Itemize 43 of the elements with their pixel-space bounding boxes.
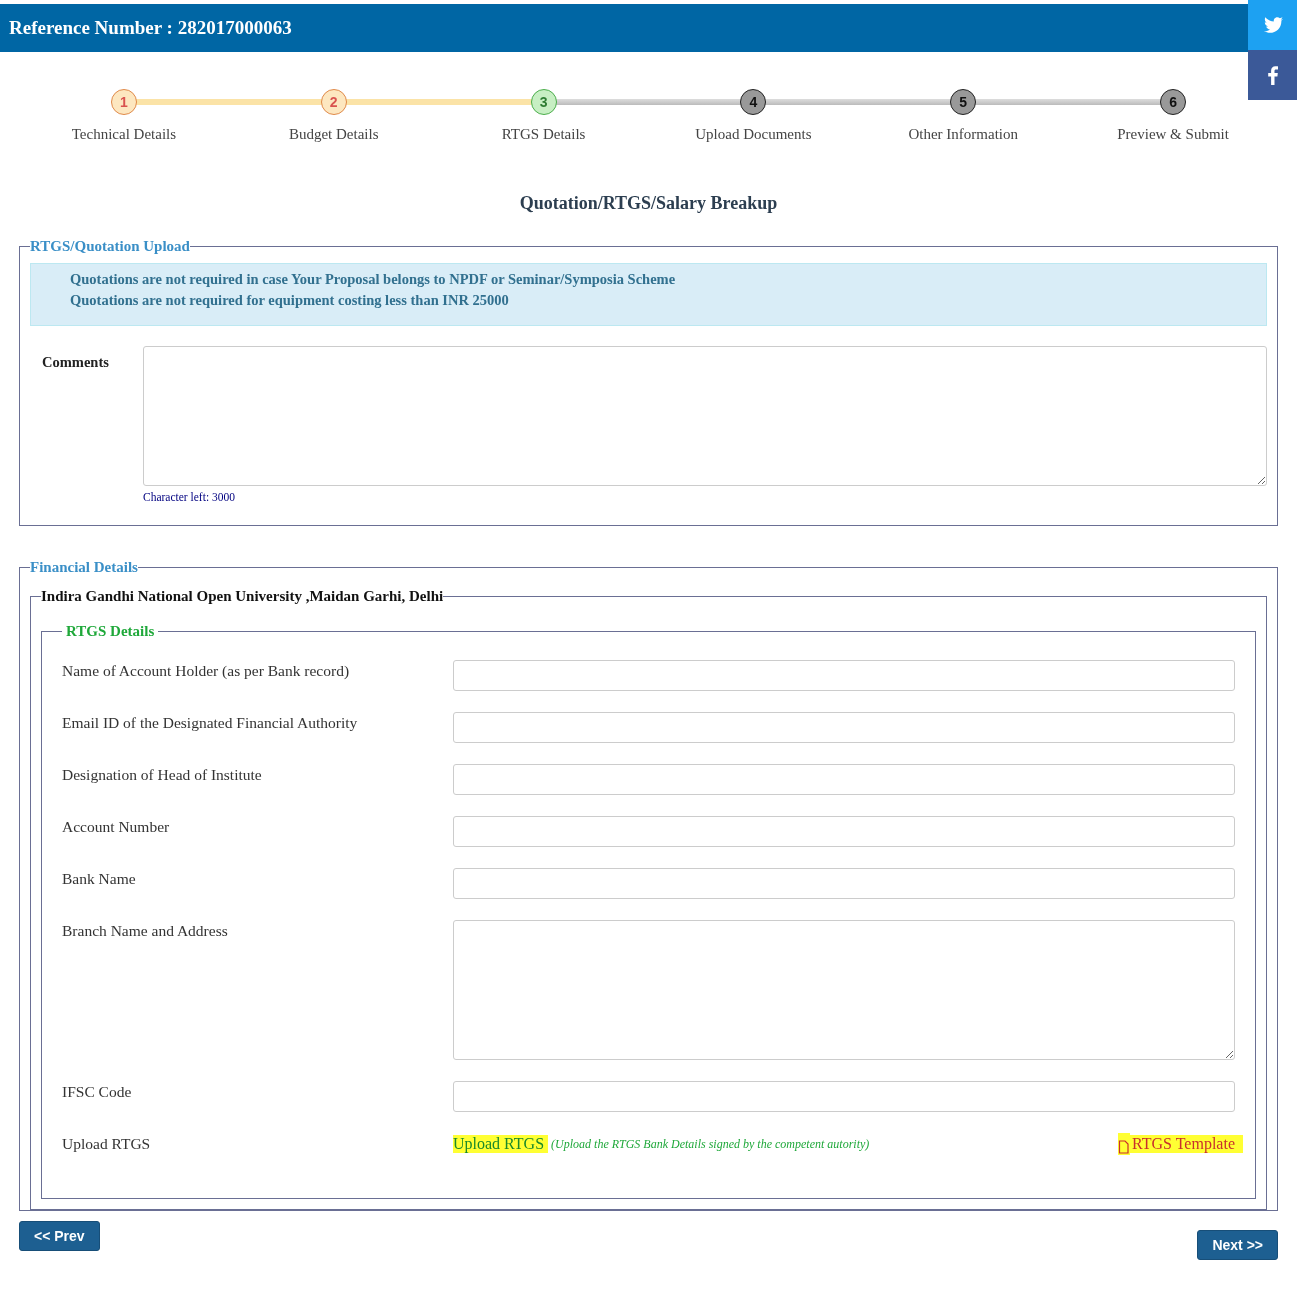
step-label[interactable]: RTGS Details <box>501 126 586 143</box>
rtgs-legend: RTGS Details <box>62 623 159 640</box>
next-button[interactable]: Next >> <box>1197 1230 1278 1260</box>
step-number[interactable]: 6 <box>1160 89 1187 115</box>
address-field[interactable] <box>453 920 1235 1060</box>
input-field[interactable] <box>453 1081 1235 1112</box>
upload-link[interactable]: Upload RTGS <box>453 1135 549 1153</box>
input-field[interactable] <box>453 660 1235 691</box>
step-label[interactable]: Other Information <box>908 126 1018 143</box>
prev-button[interactable]: << Prev <box>19 1221 100 1251</box>
field-label: Bank Name <box>62 869 137 889</box>
input-field[interactable] <box>453 764 1235 795</box>
reference-number: Reference Number : 282017000063 <box>8 17 292 39</box>
share-button[interactable] <box>1248 50 1297 100</box>
share-button[interactable] <box>1248 0 1297 50</box>
field-label: Branch Name and Address <box>62 921 229 941</box>
field-label: IFSC Code <box>62 1082 133 1102</box>
step-number[interactable]: 3 <box>530 89 557 115</box>
step-number[interactable]: 5 <box>950 89 977 115</box>
field-label: Designation of Head of Institute <box>62 765 263 785</box>
step-label[interactable]: Technical Details <box>71 126 177 143</box>
field-label: Upload RTGS <box>62 1134 152 1154</box>
field-label: Name of Account Holder (as per Bank record) <box>62 661 351 681</box>
section-legend: RTGS/Quotation Upload <box>30 238 190 255</box>
section-legend: Financial Details <box>30 559 138 576</box>
input-field[interactable] <box>453 712 1235 743</box>
document-icon <box>1118 1133 1131 1155</box>
info-text: Quotations are not required for equipment costing less than INR 25000 <box>70 291 510 310</box>
step-label[interactable]: Budget Details <box>288 126 379 143</box>
field-label: Email ID of the Designated Financial Authority <box>62 713 359 733</box>
character-counter: Character left: 3000 <box>143 491 236 503</box>
input-field[interactable] <box>453 816 1235 847</box>
field-label: Account Number <box>62 817 171 837</box>
step-number[interactable]: 4 <box>740 89 767 115</box>
institute-name: Indira Gandhi National Open University ,Maidan Garhi, Delhi <box>41 588 444 605</box>
comments-label: Comments <box>41 353 110 372</box>
page-title: Quotation/RTGS/Salary Breakup <box>518 193 779 214</box>
comments-field[interactable] <box>143 346 1267 486</box>
info-text: Quotations are not required in case Your Proposal belongs to NPDF or Seminar/Symposia Scheme <box>70 270 677 289</box>
input-field[interactable] <box>453 868 1235 899</box>
step-label[interactable]: Preview & Submit <box>1117 126 1229 143</box>
step-label[interactable]: Upload Documents <box>695 126 812 143</box>
upload-hint: (Upload the RTGS Bank Details signed by the competent autority) <box>551 1136 871 1152</box>
